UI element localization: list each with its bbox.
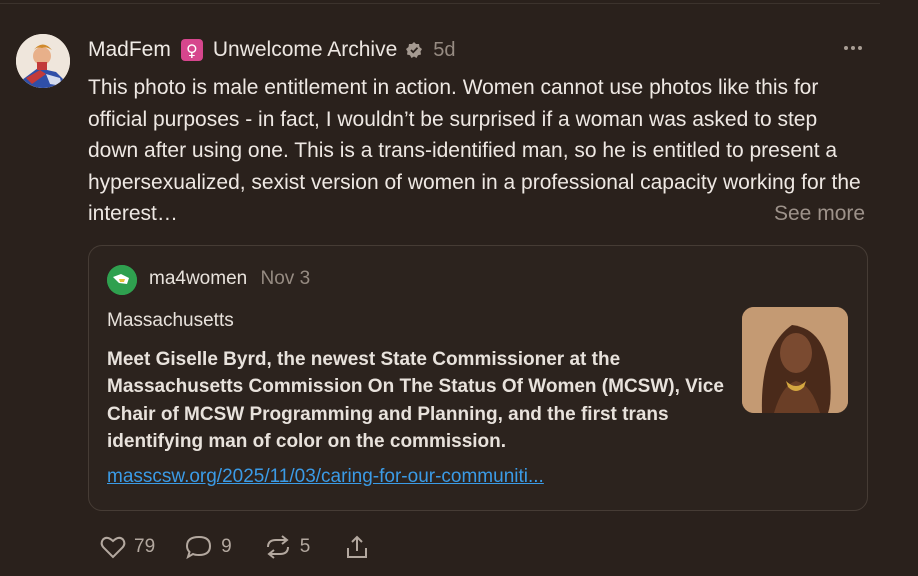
heart-icon [100,536,126,559]
post-actions: 79 9 5 [100,532,370,562]
share-icon [347,535,368,558]
divider [0,3,880,4]
display-name[interactable]: Unwelcome Archive [213,38,397,62]
like-button[interactable]: 79 [100,535,155,559]
quoted-date: Nov 3 [260,268,311,289]
quoted-location: Massachusetts [107,310,234,331]
quoted-body: Meet Giselle Byrd, the newest State Comm… [107,349,724,453]
quoted-author-name[interactable]: ma4women [149,268,247,289]
share-button[interactable] [344,534,370,560]
quoted-header: ma4women Nov 3 [149,268,310,290]
comment-icon [186,535,212,560]
reply-count: 9 [221,536,232,557]
repost-count: 5 [299,536,311,557]
quoted-author-avatar[interactable] [107,265,137,295]
post-header: MadFem ♀ Unwelcome Archive 5d [88,36,456,64]
female-symbol-glyph: ♀ [186,40,198,60]
author-name[interactable]: MadFem [88,38,171,62]
quoted-post[interactable]: ma4women Nov 3 Massachusetts Meet Gisell… [88,245,868,511]
quoted-thumbnail-image[interactable] [742,307,848,413]
female-symbol-icon: ♀ [180,39,203,61]
author-avatar[interactable] [16,34,70,88]
post-body: This photo is male entitlement in action… [88,76,861,226]
reply-button[interactable]: 9 [185,534,232,560]
more-icon [844,46,862,50]
post-time: 5d [433,38,456,61]
quoted-link[interactable]: masscsw.org/2025/11/03/caring-for-our-co… [107,466,544,488]
see-more-link[interactable]: See more [774,198,865,230]
post: MadFem ♀ Unwelcome Archive 5d This photo… [0,0,918,576]
verified-icon [405,41,423,59]
more-options-button[interactable] [840,38,866,58]
repost-button[interactable]: 5 [264,534,311,560]
like-count: 79 [134,536,156,557]
repost-icon [266,535,289,559]
